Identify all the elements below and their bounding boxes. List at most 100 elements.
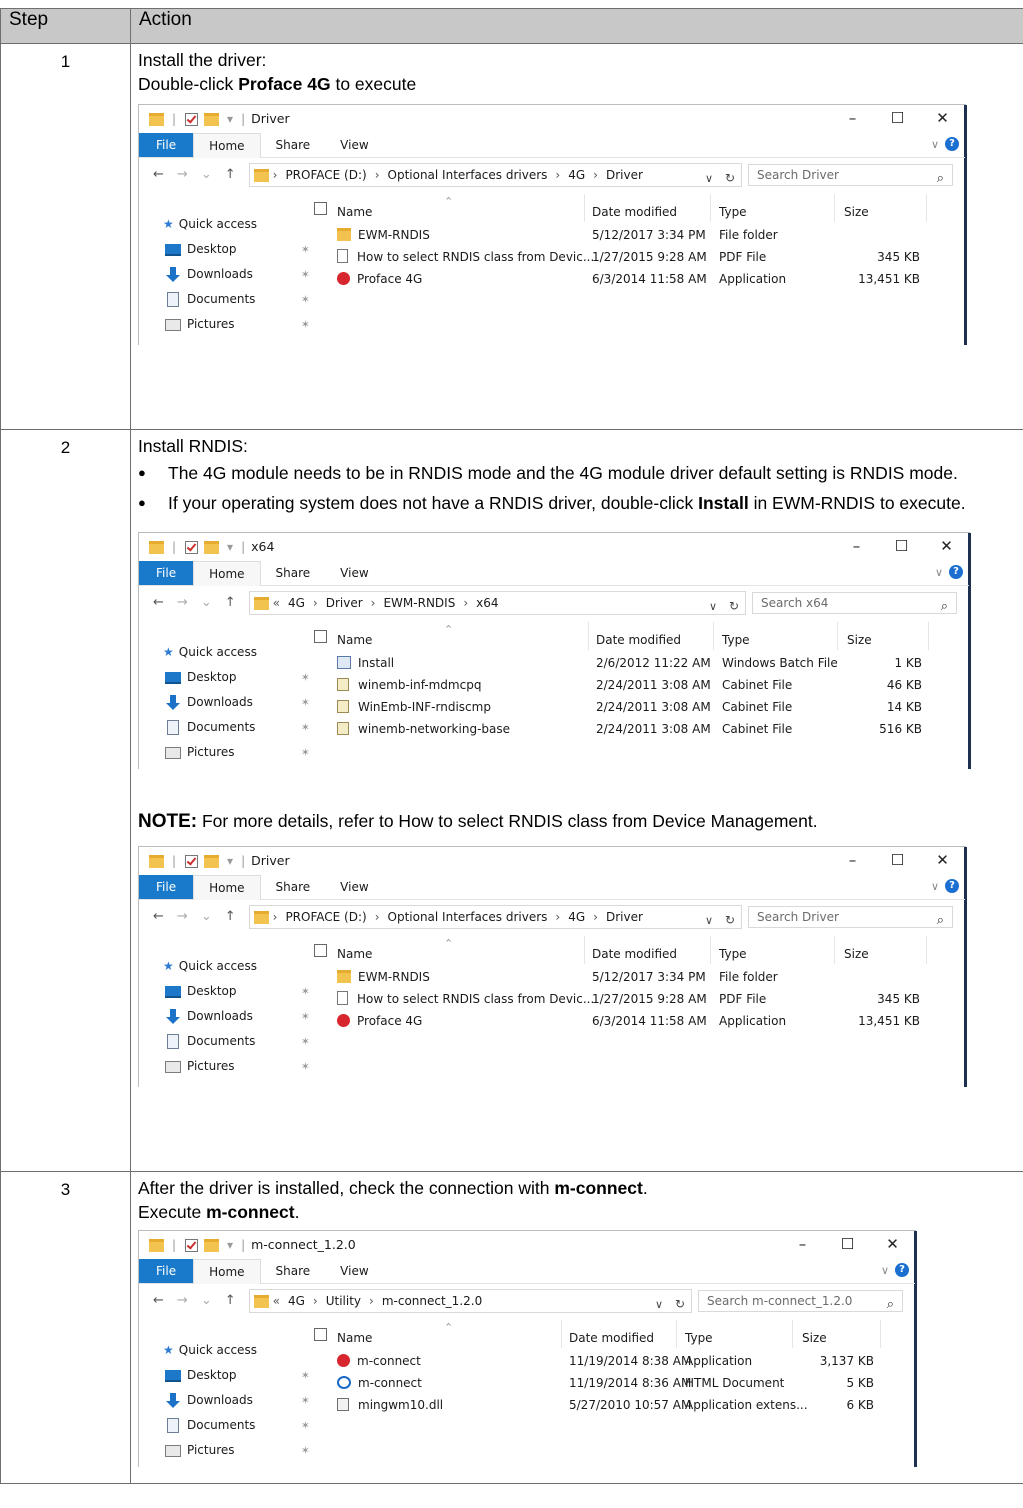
tab-home[interactable]: Home [193, 132, 261, 158]
forward-arrow-icon[interactable]: → [177, 163, 188, 187]
sidebar-item-desktop[interactable]: Desktop ✶ [139, 237, 314, 262]
sidebar-item-quick-access[interactable]: ★ Quick access [139, 954, 314, 979]
pin-icon[interactable]: ✶ [301, 1413, 310, 1438]
file-name[interactable]: winemb-inf-mdmcpq [337, 674, 481, 696]
expand-ribbon-icon[interactable]: ∨ [881, 1259, 889, 1283]
column-divider[interactable] [928, 622, 929, 650]
overflow-icon[interactable]: « [273, 591, 280, 615]
overflow-icon[interactable]: « [273, 1289, 280, 1313]
breadcrumb-item[interactable]: Driver [326, 591, 363, 615]
pin-icon[interactable]: ✶ [301, 740, 310, 765]
sidebar-item-downloads[interactable]: Downloads ✶ [139, 1388, 314, 1413]
close-button[interactable]: ✕ [920, 105, 965, 133]
expand-ribbon-icon[interactable]: ∨ [935, 561, 943, 585]
search-input[interactable]: Search Driver ⌕ [748, 906, 953, 928]
recent-locations-icon[interactable]: ⌄ [201, 591, 212, 615]
breadcrumb-item[interactable]: 4G [288, 1289, 305, 1313]
refresh-icon[interactable]: ↻ [729, 594, 739, 618]
column-divider[interactable] [676, 1320, 677, 1348]
file-row[interactable]: Proface 4G 6/3/2014 11:58 AM Application 13… [314, 268, 965, 290]
forward-arrow-icon[interactable]: → [177, 591, 188, 615]
file-row[interactable]: m-connect 11/19/2014 8:36 AM HTML Document… [314, 1372, 915, 1394]
file-row[interactable]: Proface 4G 6/3/2014 11:58 AM Application 13… [314, 1010, 965, 1032]
path-input[interactable]: › PROFACE (D:) › Optional Interfaces driver… [248, 163, 742, 190]
path-dropdown-icon[interactable]: ∨ [655, 1293, 663, 1317]
search-icon[interactable]: ⌕ [887, 1293, 894, 1317]
forward-arrow-icon[interactable]: → [177, 905, 188, 929]
column-name[interactable]: Name [337, 200, 372, 224]
breadcrumb-item[interactable]: m-connect_1.2.0 [382, 1289, 482, 1313]
tab-view[interactable]: View [325, 133, 383, 157]
chevron-down-icon[interactable]: ▾ [227, 1233, 233, 1257]
file-row[interactable]: winemb-inf-mdmcpq 2/24/2011 3:08 AM Cabine… [314, 674, 969, 696]
properties-icon[interactable] [185, 854, 199, 868]
file-row[interactable]: m-connect 11/19/2014 8:38 AM Application 3,… [314, 1350, 915, 1372]
sidebar-item-downloads[interactable]: Downloads ✶ [139, 1004, 314, 1029]
tab-home[interactable]: Home [193, 1258, 261, 1284]
select-all-checkbox[interactable] [314, 629, 327, 643]
file-name[interactable]: How to select RNDIS class from Devic... [337, 246, 594, 268]
breadcrumb-item[interactable]: EWM-RNDIS [383, 591, 455, 615]
search-input[interactable]: Search Driver ⌕ [748, 164, 953, 186]
file-row[interactable]: WinEmb-INF-rndiscmp 2/24/2011 3:08 AM Cabi… [314, 696, 969, 718]
path-input[interactable]: › PROFACE (D:) › Optional Interfaces driver… [248, 905, 742, 929]
minimize-button[interactable]: – [830, 847, 875, 875]
select-all-checkbox[interactable] [314, 201, 327, 215]
maximize-button[interactable]: ☐ [825, 1231, 870, 1259]
column-divider[interactable] [588, 622, 589, 650]
up-arrow-icon[interactable]: ↑ [225, 905, 236, 929]
sidebar-item-pictures[interactable]: Pictures ✶ [139, 1438, 314, 1463]
pin-icon[interactable]: ✶ [301, 287, 310, 312]
search-icon[interactable]: ⌕ [937, 909, 944, 933]
tab-home[interactable]: Home [193, 874, 261, 900]
sidebar-item-quick-access[interactable]: ★ Quick access [139, 1338, 314, 1363]
search-input[interactable]: Search x64 ⌕ [752, 592, 957, 614]
tab-file[interactable]: File [139, 875, 194, 899]
breadcrumb-item[interactable]: 4G [568, 905, 585, 929]
tab-share[interactable]: Share [261, 875, 326, 899]
column-name[interactable]: Name [337, 628, 372, 652]
maximize-button[interactable]: ☐ [875, 105, 920, 133]
minimize-button[interactable]: – [834, 533, 879, 561]
refresh-icon[interactable]: ↻ [725, 166, 735, 190]
file-row[interactable]: Install 2/6/2012 11:22 AM Windows Batch Fi… [314, 652, 969, 674]
tab-file[interactable]: File [139, 1259, 194, 1283]
file-name[interactable]: WinEmb-INF-rndiscmp [337, 696, 491, 718]
select-all-checkbox[interactable] [314, 943, 327, 957]
help-icon[interactable]: ? [945, 879, 959, 893]
back-arrow-icon[interactable]: ← [153, 905, 164, 929]
close-button[interactable]: ✕ [920, 847, 965, 875]
column-date-modified[interactable]: Date modified [592, 942, 677, 966]
column-type[interactable]: Type [722, 628, 750, 652]
sidebar-item-quick-access[interactable]: ★ Quick access [139, 212, 314, 237]
breadcrumb-item[interactable]: Optional Interfaces drivers [388, 905, 548, 929]
column-divider[interactable] [926, 194, 927, 222]
tab-view[interactable]: View [325, 875, 383, 899]
tab-home[interactable]: Home [193, 560, 261, 586]
chevron-down-icon[interactable]: ▾ [227, 107, 233, 131]
file-row[interactable]: How to select RNDIS class from Devic... 1… [314, 246, 965, 268]
search-icon[interactable]: ⌕ [937, 167, 944, 191]
sidebar-item-desktop[interactable]: Desktop ✶ [139, 979, 314, 1004]
path-input[interactable]: « 4G › Driver › EWM-RNDIS › x64 ∨ ↻ [248, 591, 746, 618]
column-divider[interactable] [584, 194, 585, 222]
pin-icon[interactable]: ✶ [301, 715, 310, 740]
file-row[interactable]: EWM-RNDIS 5/12/2017 3:34 PM File folder [314, 966, 965, 988]
refresh-icon[interactable]: ↻ [675, 1292, 685, 1316]
file-name[interactable]: EWM-RNDIS [337, 966, 430, 988]
up-arrow-icon[interactable]: ↑ [225, 163, 236, 187]
column-divider[interactable] [926, 936, 927, 964]
column-date-modified[interactable]: Date modified [592, 200, 677, 224]
column-divider[interactable] [710, 194, 711, 222]
close-button[interactable]: ✕ [870, 1231, 915, 1259]
column-divider[interactable] [792, 1320, 793, 1348]
sidebar-item-documents[interactable]: Documents ✶ [139, 287, 314, 312]
forward-arrow-icon[interactable]: → [177, 1289, 188, 1313]
file-row[interactable]: How to select RNDIS class from Devic... 1… [314, 988, 965, 1010]
pin-icon[interactable]: ✶ [301, 237, 310, 262]
pin-icon[interactable]: ✶ [301, 262, 310, 287]
search-input[interactable]: Search m-connect_1.2.0 ⌕ [698, 1290, 903, 1312]
properties-icon[interactable] [185, 540, 199, 554]
column-name[interactable]: Name [337, 1326, 372, 1350]
help-icon[interactable]: ? [949, 565, 963, 579]
